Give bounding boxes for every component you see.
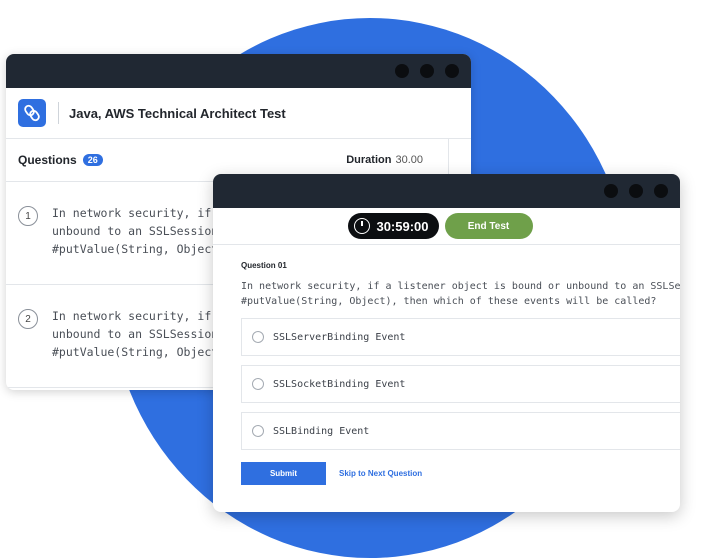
question-number: 2: [18, 309, 38, 329]
question-preview-line: #putValue(String, Object), th: [52, 345, 222, 359]
window-dot-icon[interactable]: [445, 64, 459, 78]
header-divider: [58, 102, 59, 124]
timer-value: 30:59:00: [376, 218, 429, 234]
clock-icon: [354, 218, 371, 234]
question-number-label: Question 01: [241, 261, 287, 270]
window-dot-icon[interactable]: [420, 64, 434, 78]
question-preview: In network security, if a liste unbound …: [52, 307, 222, 387]
skip-to-next-link[interactable]: Skip to Next Question: [339, 469, 422, 478]
link-logo-icon: [18, 99, 46, 127]
answer-option[interactable]: SSLSocketBinding Event: [241, 365, 680, 403]
window-dot-icon[interactable]: [654, 184, 668, 198]
question-preview-line: #putValue(String, Object), th: [52, 242, 222, 256]
question-preview-line: In network security, if a liste: [52, 309, 222, 323]
question-preview-line: unbound to an SSLSession b: [52, 327, 222, 341]
test-header: Java, AWS Technical Architect Test: [6, 88, 471, 139]
question-text: In network security, if a listener objec…: [241, 279, 680, 309]
questions-count-badge: 26: [82, 154, 103, 166]
radio-button[interactable]: [252, 331, 264, 343]
question-number: 1: [18, 206, 38, 226]
question-actions: Submit Skip to Next Question: [241, 462, 680, 485]
question-text-line: In network security, if a listener objec…: [241, 281, 680, 292]
questions-label: Questions: [18, 153, 77, 167]
window-titlebar: [213, 174, 680, 208]
answer-option-label: SSLSocketBinding Event: [273, 378, 406, 390]
answer-option[interactable]: SSLBinding Event: [241, 412, 680, 450]
radio-button[interactable]: [252, 378, 264, 390]
test-toolbar: 30:59:00 End Test: [213, 208, 680, 245]
window-dot-icon[interactable]: [629, 184, 643, 198]
duration-label: Duration: [346, 154, 392, 166]
answer-option-label: SSLServerBinding Event: [273, 331, 406, 343]
window-dot-icon[interactable]: [395, 64, 409, 78]
question-window: 30:59:00 End Test Question 01 In network…: [213, 174, 680, 512]
submit-button[interactable]: Submit: [241, 462, 326, 485]
answer-option-label: SSLBinding Event: [273, 425, 370, 437]
question-text-line: #putValue(String, Object), then which of…: [241, 296, 657, 307]
end-test-button[interactable]: End Test: [444, 213, 533, 239]
window-dot-icon[interactable]: [604, 184, 618, 198]
question-preview-line: unbound to an SSLSession b: [52, 224, 222, 238]
duration: Duration 30.00: [346, 154, 423, 166]
answer-option[interactable]: SSLServerBinding Event: [241, 318, 680, 356]
radio-button[interactable]: [252, 425, 264, 437]
question-preview: In network security, if a liste unbound …: [52, 204, 222, 284]
test-title: Java, AWS Technical Architect Test: [69, 105, 286, 121]
timer: 30:59:00: [348, 213, 439, 239]
window-titlebar: [6, 54, 471, 88]
question-preview-line: In network security, if a liste: [52, 206, 222, 220]
duration-value: 30.00: [395, 154, 423, 166]
question-content: Question 01 In network security, if a li…: [213, 261, 680, 485]
